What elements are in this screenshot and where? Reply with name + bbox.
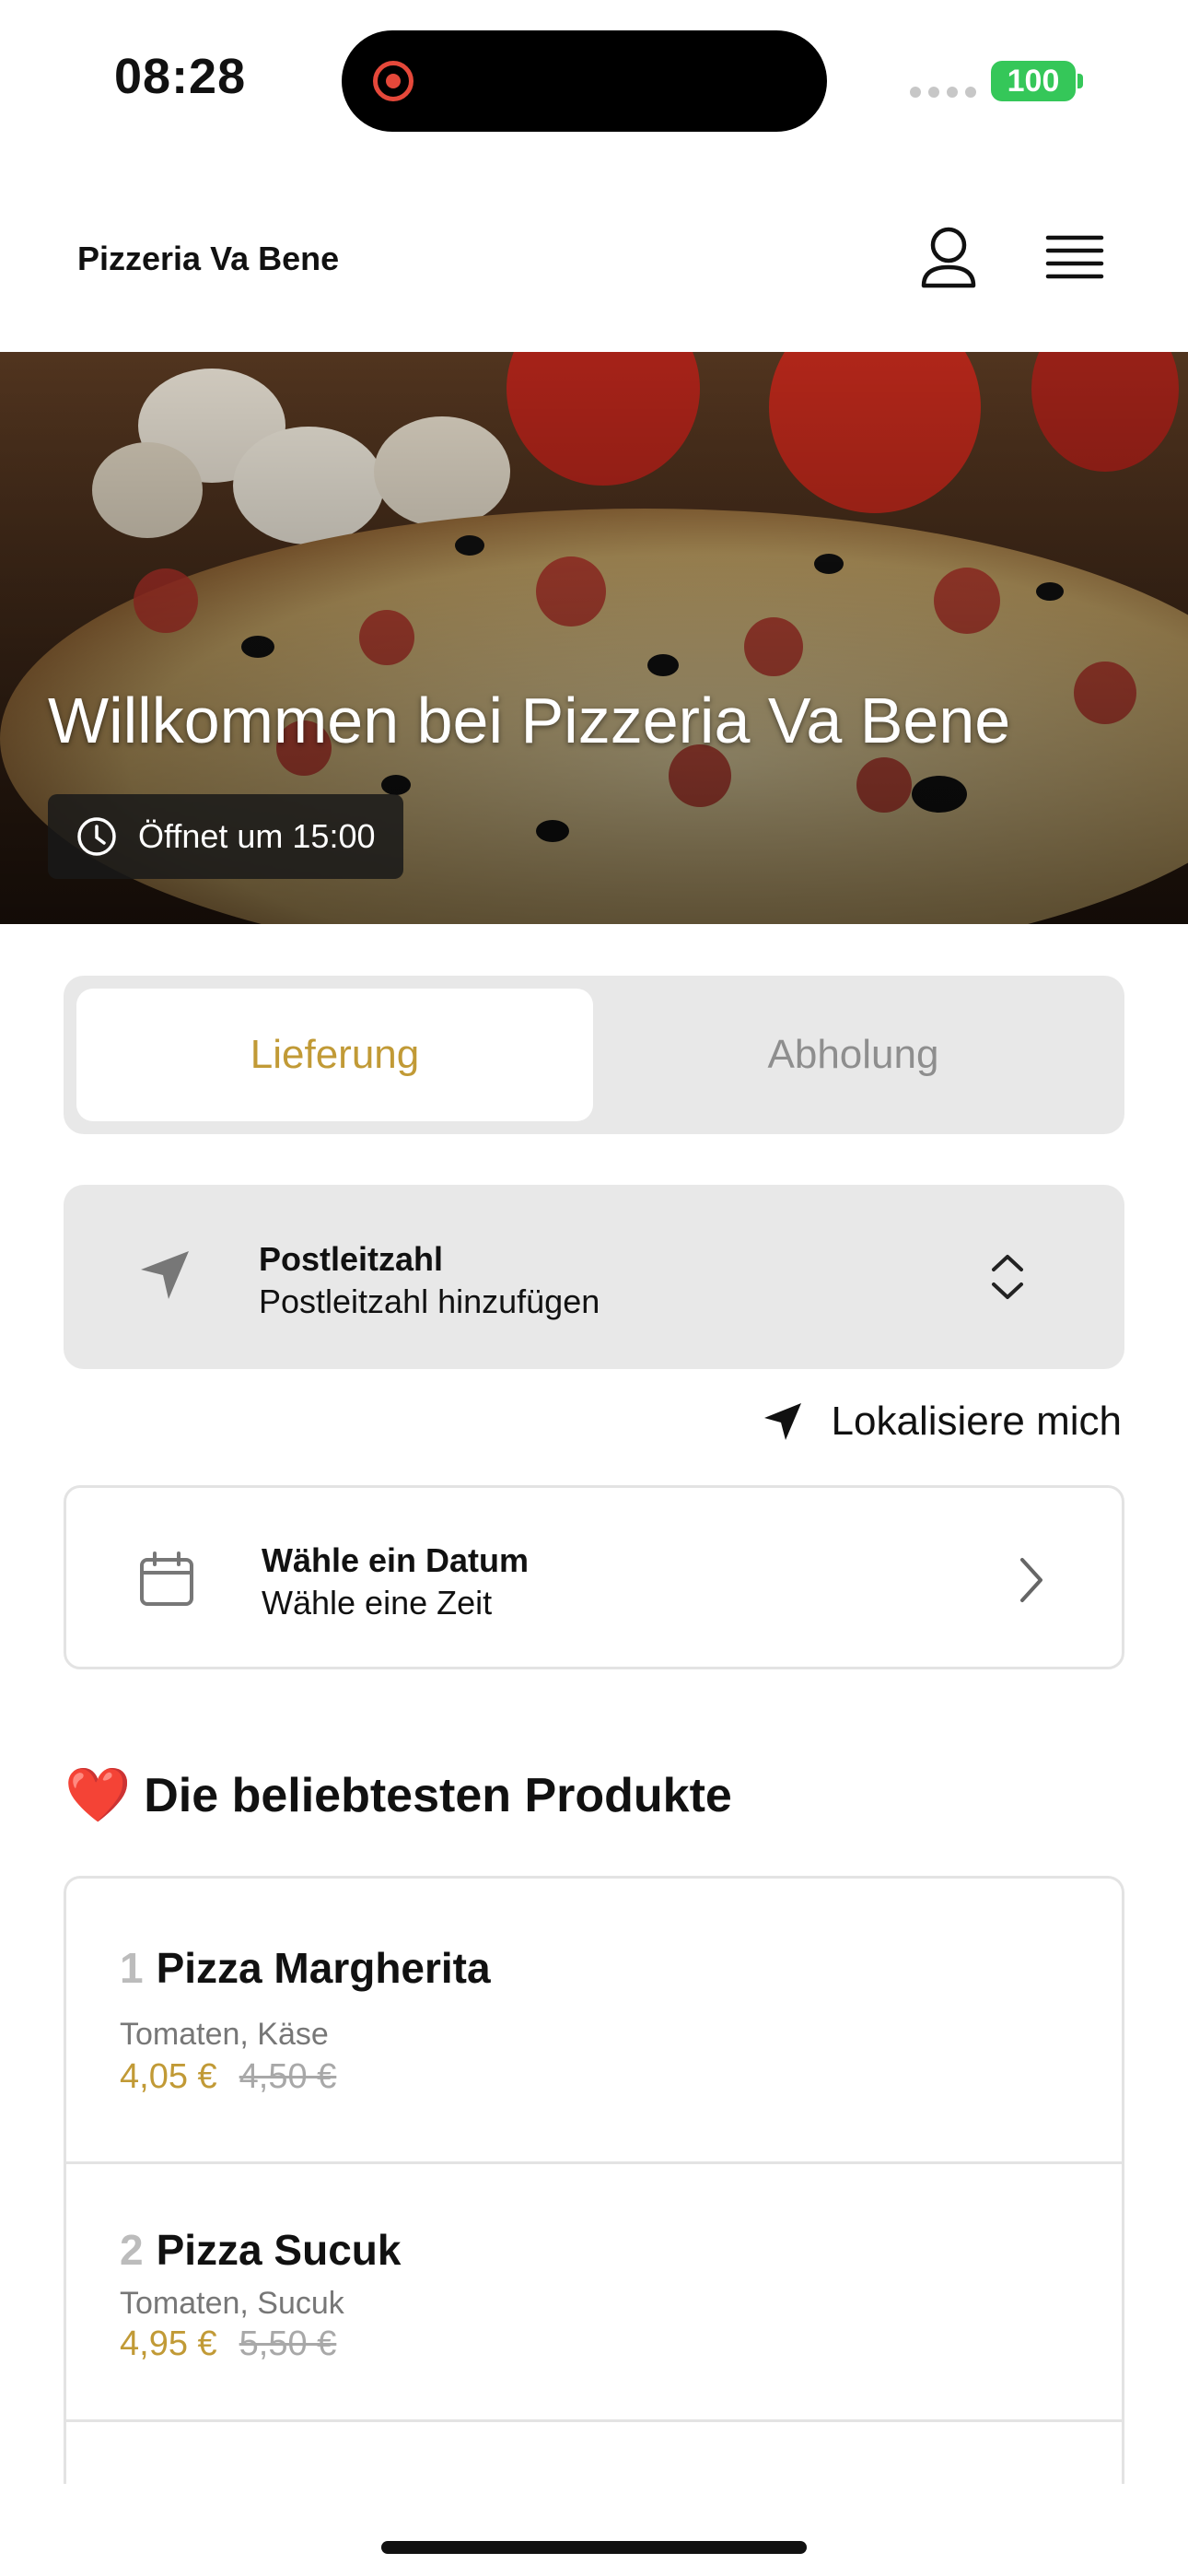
location-arrow-icon <box>141 1251 189 1299</box>
recording-icon <box>373 61 413 101</box>
home-indicator[interactable] <box>381 2541 807 2554</box>
date-label: Wähle ein Datum <box>262 1541 530 1579</box>
product-rank: 1 <box>120 1944 144 1992</box>
product-title: 2 Pizza Sucuk <box>120 2225 401 2275</box>
product-item[interactable]: 2 Pizza Sucuk Tomaten, Sucuk 4,95 € 5,50 € <box>66 2164 1122 2422</box>
hamburger-menu-icon[interactable] <box>1035 221 1112 295</box>
chevron-up-down-icon <box>992 1255 1023 1299</box>
date-time-selector[interactable]: Wähle ein Datum Wähle eine Zeit <box>64 1485 1124 1669</box>
popular-products-title: Die beliebtesten Produkte <box>144 1769 732 1822</box>
tab-delivery[interactable]: Lieferung <box>76 989 593 1121</box>
product-price: 4,05 € <box>120 2057 217 2096</box>
tab-pickup[interactable]: Abholung <box>595 989 1112 1121</box>
postal-code-placeholder: Postleitzahl hinzufügen <box>259 1282 600 1320</box>
product-price: 4,95 € <box>120 2324 217 2363</box>
status-time: 08:28 <box>114 49 247 104</box>
popular-products-heading: ❤️ Die beliebtesten Produkte <box>64 1764 732 1827</box>
product-name: Pizza Sucuk <box>156 2226 402 2274</box>
product-description: Tomaten, Käse <box>120 2017 329 2052</box>
product-title: 1 Pizza Margherita <box>120 1943 491 1993</box>
battery-tip <box>1077 74 1083 88</box>
hero-banner: Willkommen bei Pizzeria Va Bene Öffnet u… <box>0 352 1188 924</box>
brand-name[interactable]: Pizzeria Va Bene <box>77 240 339 278</box>
chevron-right-icon <box>1020 1558 1042 1602</box>
heart-icon: ❤️ <box>64 1765 132 1825</box>
product-list: 1 Pizza Margherita Tomaten, Käse 4,05 €4,… <box>64 1876 1124 2484</box>
product-price-row: 4,95 € 5,50 € <box>120 2324 336 2364</box>
dynamic-island <box>342 30 827 132</box>
product-rank: 2 <box>120 2226 144 2274</box>
battery-icon: 100 <box>991 61 1076 101</box>
product-old-price: 4,50 € <box>239 2057 337 2096</box>
calendar-icon <box>140 1551 193 1606</box>
opening-hours-badge: Öffnet um 15:00 <box>48 794 403 879</box>
clock-icon <box>77 817 116 856</box>
user-icon[interactable] <box>912 221 985 295</box>
locate-me-label: Lokalisiere mich <box>831 1399 1122 1444</box>
product-price-row: 4,05 € 4,50 € <box>120 2057 336 2097</box>
order-mode-toggle: Lieferung Abholung <box>64 976 1124 1134</box>
signal-icon <box>910 87 976 98</box>
product-item[interactable]: 1 Pizza Margherita Tomaten, Käse 4,05 €4,… <box>66 1879 1122 2164</box>
hero-title: Willkommen bei Pizzeria Va Bene <box>48 685 1011 756</box>
time-label: Wähle eine Zeit <box>262 1584 493 1622</box>
app-header: Pizzeria Va Bene <box>0 157 1188 352</box>
product-description: Tomaten, Sucuk <box>120 2286 344 2321</box>
opening-hours-text: Öffnet um 15:00 <box>138 817 376 855</box>
product-old-price: 5,50 € <box>239 2324 337 2363</box>
product-name: Pizza Margherita <box>156 1944 491 1992</box>
postal-code-label: Postleitzahl <box>259 1240 444 1278</box>
location-arrow-icon <box>763 1403 801 1440</box>
locate-me-button[interactable]: Lokalisiere mich <box>762 1399 1122 1445</box>
postal-code-selector[interactable]: Postleitzahl Postleitzahl hinzufügen <box>64 1185 1124 1369</box>
status-bar: 08:28 100 <box>0 0 1188 157</box>
